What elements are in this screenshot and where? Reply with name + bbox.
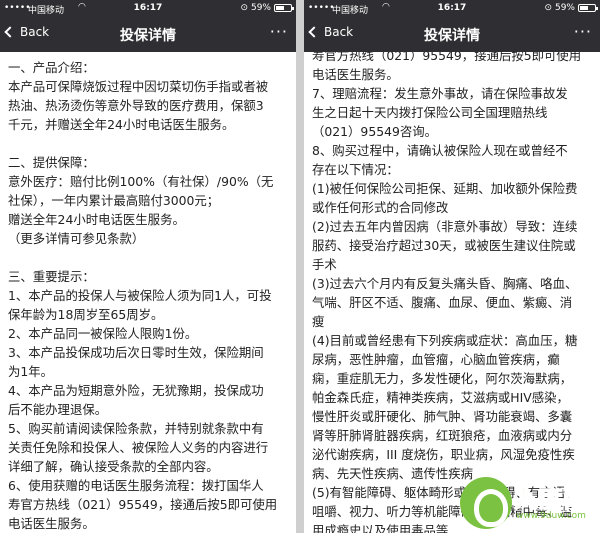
text-line: 详细了解，确认接受条款的全部内容。 xyxy=(8,459,219,474)
text-line: 意外医疗：赔付比例100%（有社保）/90%（无 xyxy=(8,174,274,189)
text-line: 痫，重症肌无力，多发性硬化，阿尔茨海默病， xyxy=(312,371,573,386)
text-line: 服药、接受治疗超过30天，或被医生建议住院或 xyxy=(312,238,576,253)
battery-fill xyxy=(580,6,589,10)
battery-percent: 59% xyxy=(554,3,575,13)
text-line: 8、购买过程中，请确认被保险人现在或曾经不 xyxy=(312,143,568,158)
nav-bar: Back 投保详情 ··· xyxy=(304,16,600,52)
text-line: 一、产品介绍： xyxy=(8,60,95,75)
status-bar: ••••• 中国移动 ◠ 16:17 ⊙ 59% xyxy=(304,0,600,16)
text-line: 3、本产品投保成功后次日零时生效，保险期间 xyxy=(8,345,264,360)
text-line: 生之日起十天内拨打保险公司全国理赔热线 xyxy=(312,105,548,120)
status-right: ⊙ 59% xyxy=(240,3,294,13)
more-button[interactable]: ··· xyxy=(270,22,288,41)
text-line: 6、使用获赠的电话医生服务流程：拨打国华人 xyxy=(8,478,264,493)
text-line: (2)过去五年内曾因病（非意外事故）导致：连续 xyxy=(312,219,578,234)
lock-icon: ⊙ xyxy=(544,3,552,13)
battery-percent: 59% xyxy=(250,3,271,13)
screenshot-right: ••••• 中国移动 ◠ 16:17 ⊙ 59% Back 投保详情 ··· 寿… xyxy=(304,0,600,533)
status-right: ⊙ 59% xyxy=(544,3,598,13)
text-line: 三、重要提示： xyxy=(8,269,95,284)
text-line: 热油、热汤烫伤等意外导致的医疗费用，保额3 xyxy=(8,98,264,113)
text-line: （021）95549咨询。 xyxy=(312,124,438,139)
text-line: 保年龄为18周岁至65周岁。 xyxy=(8,307,164,322)
text-line: 5、购买前请阅读保险条款，并特别就条款中有 xyxy=(8,421,264,436)
text-line: 本产品可保障烧饭过程中因切菜切伤手指或者被 xyxy=(8,79,269,94)
policy-details-left: 一、产品介绍： 本产品可保障烧饭过程中因切菜切伤手指或者被 热油、热汤烫伤等意外导致… xyxy=(0,52,296,533)
text-line: 关责任免除和投保人、被保险人义务的内容进行 xyxy=(8,440,269,455)
text-line: 2、本产品同一被保险人限购1份。 xyxy=(8,326,198,341)
watermark-url: www.9duw.com xyxy=(516,511,586,521)
text-line: 泌代谢疾病，III 度烧伤，职业病，风湿免疫性疾 xyxy=(312,447,575,462)
more-button[interactable]: ··· xyxy=(574,22,592,41)
text-line: (1)被任何保险公司拒保、延期、加收额外保险费 xyxy=(312,181,578,196)
text-line: (3)过去六个月内有反复头痛头昏、胸痛、咯血、 xyxy=(312,276,578,291)
status-bar: ••••• 中国移动 ◠ 16:17 ⊙ 59% xyxy=(0,0,296,16)
watermark-logo-icon xyxy=(460,477,512,529)
text-line: 寿官方热线（021）95549，接通后按5即可使用 xyxy=(8,497,278,512)
pane-divider xyxy=(296,0,304,533)
policy-details-right: 寿官方热线（021）95549，接通后按5即可使用 电话医生服务。 7、理赔流程：发… xyxy=(304,40,600,533)
battery-fill xyxy=(276,6,285,10)
text-line: 7、理赔流程：发生意外事故，请在保险事故发 xyxy=(312,86,568,101)
text-line: 为1年。 xyxy=(8,364,54,379)
text-line: 后不能办理退保。 xyxy=(8,402,108,417)
text-line: （更多详情可参见条款） xyxy=(8,231,145,246)
battery-icon xyxy=(274,4,294,12)
lock-icon: ⊙ xyxy=(240,3,248,13)
text-line: 或作任何形式的合同修改 xyxy=(312,200,449,215)
text-line: 社保），一年内累计最高赔付3000元； xyxy=(8,193,220,208)
page-title: 投保详情 xyxy=(120,28,176,44)
text-line: 电话医生服务。 xyxy=(8,516,95,531)
text-line: 肾等肝肺肾脏器疾病，红斑狼疮，血液病或内分 xyxy=(312,428,573,443)
text-line: 4、本产品为短期意外险，无犹豫期，投保成功 xyxy=(8,383,264,398)
text-line: 气喘、肝区不适、腹痛、血尿、便血、紫癜、消 xyxy=(312,295,573,310)
site-watermark: 九度网 www.9duw.com xyxy=(460,473,598,531)
text-line: 电话医生服务。 xyxy=(312,67,399,82)
text-line: 二、提供保障： xyxy=(8,155,95,170)
screenshot-left: ••••• 中国移动 ◠ 16:17 ⊙ 59% Back 投保详情 ··· 一… xyxy=(0,0,296,533)
text-line: 千元，并赠送全年24小时电话医生服务。 xyxy=(8,117,235,132)
text-line: 帕金森氏症，精神类疾病，艾滋病或HIV感染， xyxy=(312,390,569,405)
battery-icon xyxy=(578,4,598,12)
page-title: 投保详情 xyxy=(424,28,480,44)
watermark-text: 九度网 xyxy=(514,485,589,514)
text-line: 赠送全年24小时电话医生服务。 xyxy=(8,212,185,227)
text-line: 尿病，恶性肿瘤，血管瘤，心脑血管疾病，癫 xyxy=(312,352,560,367)
text-line: 存在以下情况： xyxy=(312,162,399,177)
text-line: 慢性肝炎或肝硬化、肺气肿、肾功能衰竭、多囊 xyxy=(312,409,573,424)
text-line: 瘦 xyxy=(312,314,325,329)
text-line: 1、本产品的投保人与被保险人须为同1人，可投 xyxy=(8,288,272,303)
text-line: (4)目前或曾经患有下列疾病或症状：高血压，糖 xyxy=(312,333,578,348)
text-line: 手术 xyxy=(312,257,337,272)
nav-bar: Back 投保详情 ··· xyxy=(0,16,296,52)
